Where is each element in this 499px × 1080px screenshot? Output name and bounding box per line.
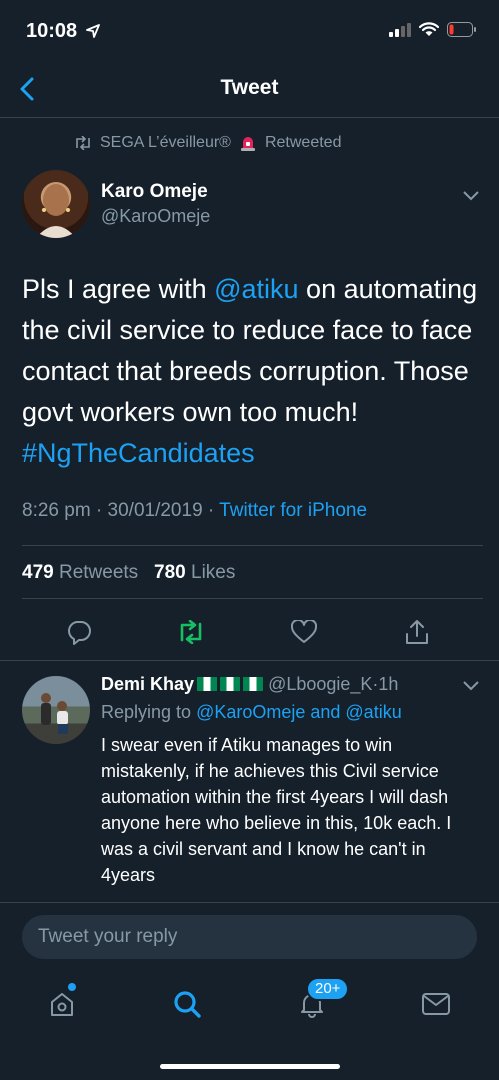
tweet-meta: 8:26 pm · 30/01/2019 · Twitter for iPhon… — [22, 500, 367, 522]
battery-icon — [447, 22, 476, 37]
retweet-icon — [180, 620, 202, 644]
share-button[interactable] — [399, 614, 435, 650]
tweet-actions — [0, 614, 499, 650]
notifications-badge: 20+ — [306, 977, 350, 1001]
nav-bar: Tweet — [0, 62, 499, 118]
chevron-down-icon[interactable] — [462, 190, 480, 202]
nigeria-flag-icon — [197, 677, 218, 691]
retweet-small-icon — [76, 136, 90, 150]
retweets-count: 479 — [22, 562, 54, 583]
status-time: 10:08 — [26, 20, 78, 42]
tab-search[interactable] — [167, 984, 207, 1024]
divider — [22, 545, 483, 546]
retweeter-name[interactable]: SEGA L’éveilleur® — [100, 134, 231, 152]
like-button[interactable] — [286, 614, 322, 650]
retweet-button[interactable] — [173, 614, 209, 650]
share-icon — [406, 620, 428, 644]
home-icon — [51, 993, 73, 1016]
mail-icon — [422, 993, 450, 1015]
reply-author-handle[interactable]: @Lboogie_K — [268, 674, 372, 694]
reply-input[interactable] — [22, 915, 477, 959]
signal-icon — [389, 22, 411, 37]
status-bar: 10:08 — [0, 0, 499, 62]
tweet-timestamp: 8:26 pm · 30/01/2019 · — [22, 500, 220, 521]
location-arrow-icon — [86, 24, 100, 38]
reply-header: Demi Khay @Lboogie_K·1h — [101, 674, 398, 695]
likes-count: 780 — [154, 562, 186, 583]
mention-link[interactable]: @atiku — [214, 274, 298, 304]
author-avatar[interactable] — [22, 170, 90, 238]
siren-emoji-icon — [240, 137, 255, 151]
chevron-down-icon[interactable] — [462, 680, 480, 692]
retweets-stat[interactable]: 479 Retweets — [22, 562, 138, 583]
tweet-source[interactable]: Twitter for iPhone — [219, 500, 367, 521]
retweeted-label: Retweeted — [264, 134, 342, 151]
likes-stat[interactable]: 780 Likes — [154, 562, 235, 583]
search-icon — [174, 991, 201, 1018]
tweet-stats: 479 Retweets 780 Likes — [22, 562, 235, 584]
retweet-banner: SEGA L’éveilleur® Retweeted — [74, 134, 341, 152]
reply-text: I swear even if Atiku manages to win mis… — [101, 735, 452, 885]
retweets-label: Retweets — [58, 562, 139, 583]
avatar-photo — [41, 693, 68, 734]
replying-to: Replying to @KaroOmeje and @atiku — [101, 702, 402, 723]
tab-home[interactable] — [42, 984, 82, 1024]
tweet-text-part-1: Pls I agree with — [22, 274, 215, 304]
likes-label: Likes — [191, 562, 236, 583]
page-title: Tweet — [220, 76, 279, 99]
reply-button[interactable] — [61, 614, 97, 650]
divider — [0, 660, 499, 661]
reply-time: 1h — [378, 674, 399, 694]
nigeria-flag-icon — [220, 677, 241, 691]
reply-author-avatar[interactable] — [22, 676, 90, 744]
replying-to-users[interactable]: @KaroOmeje and @atiku — [196, 702, 402, 722]
heart-icon — [291, 620, 317, 643]
avatar-portrait — [36, 184, 76, 238]
tweet-text: Pls I agree with @atiku on automating th… — [22, 269, 482, 474]
new-content-dot — [68, 983, 76, 991]
divider — [22, 598, 483, 599]
reply-author-name[interactable]: Demi Khay — [101, 674, 194, 694]
tab-messages[interactable] — [416, 984, 456, 1024]
author-handle[interactable]: @KaroOmeje — [101, 206, 210, 227]
hashtag-link[interactable]: #NgTheCandidates — [22, 438, 255, 468]
wifi-icon — [419, 22, 439, 36]
nigeria-flag-icon — [243, 677, 264, 691]
author-name[interactable]: Karo Omeje — [101, 181, 208, 203]
replying-to-label: Replying to — [101, 702, 197, 722]
reply-icon — [68, 621, 91, 645]
home-indicator[interactable] — [160, 1064, 340, 1069]
